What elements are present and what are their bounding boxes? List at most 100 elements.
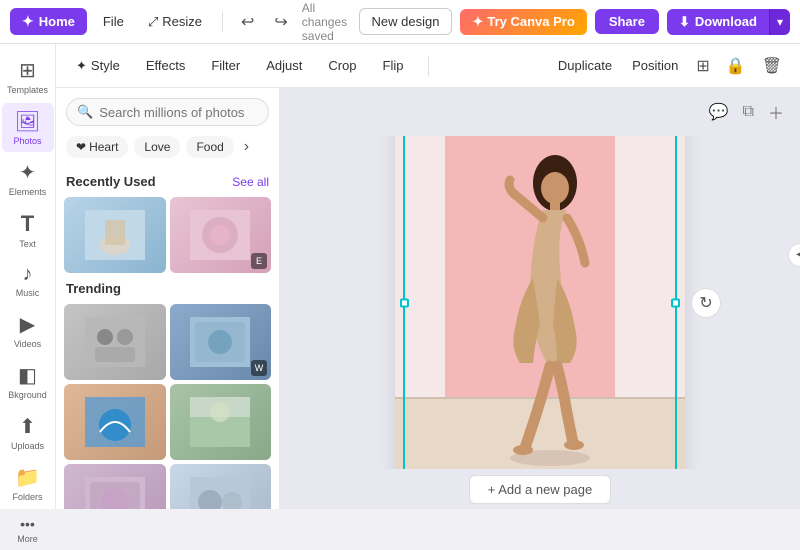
sidebar-item-background[interactable]: ◧ Bkground bbox=[2, 357, 54, 406]
photo-badge-t2: W bbox=[251, 360, 267, 376]
trending-photo-2[interactable]: W bbox=[170, 304, 272, 380]
crop-button[interactable]: Crop bbox=[322, 54, 362, 77]
folders-icon: 📁 bbox=[15, 465, 40, 490]
sidebar-item-videos[interactable]: ▶ Videos bbox=[2, 306, 54, 355]
new-design-button[interactable]: New design bbox=[359, 8, 453, 35]
copy-button[interactable]: ⧉ bbox=[739, 99, 758, 125]
videos-label: Videos bbox=[14, 339, 41, 349]
heart-chip-label: Heart bbox=[89, 140, 118, 154]
canvas-area: 💬 ⧉ ＋ bbox=[280, 88, 800, 509]
trending-photo-1-img bbox=[64, 304, 166, 380]
music-icon: ♪ bbox=[23, 263, 33, 286]
sidebar-item-elements[interactable]: ✦ Elements bbox=[2, 154, 54, 203]
add-page-button[interactable]: + Add a new page bbox=[469, 475, 611, 504]
toolbar-separator bbox=[428, 56, 429, 76]
sidebar-item-templates[interactable]: ⊞ Templates bbox=[2, 52, 54, 101]
sidebar-item-text[interactable]: T Text bbox=[2, 205, 54, 255]
more-icon: ••• bbox=[20, 516, 35, 532]
trending-photo-3[interactable] bbox=[64, 384, 166, 460]
category-more-button[interactable]: › bbox=[240, 138, 253, 156]
elements-label: Elements bbox=[9, 187, 47, 197]
resize-label: Resize bbox=[162, 14, 202, 29]
refresh-button[interactable]: ↻ bbox=[691, 288, 721, 318]
sidebar-item-more[interactable]: ••• More bbox=[2, 510, 54, 550]
trending-photo-4-img bbox=[170, 384, 272, 460]
canvas-page: ↻ ↻ bbox=[395, 136, 685, 469]
add-page-bar: + Add a new page bbox=[280, 469, 800, 509]
try-canva-label: Try Canva Pro bbox=[487, 14, 574, 29]
trending-photo-4[interactable] bbox=[170, 384, 272, 460]
style-icon: ✦ bbox=[76, 58, 87, 74]
category-food[interactable]: Food bbox=[186, 136, 233, 158]
sidebar-item-photos[interactable]: 🖼 Photos bbox=[2, 103, 54, 152]
music-label: Music bbox=[16, 288, 40, 298]
download-label: Download bbox=[695, 14, 757, 29]
share-button[interactable]: Share bbox=[595, 9, 659, 34]
file-button[interactable]: File bbox=[95, 10, 132, 33]
filter-button[interactable]: Filter bbox=[205, 54, 246, 77]
recent-photo-1[interactable] bbox=[64, 197, 166, 273]
photo-badge-2: E bbox=[251, 253, 267, 269]
recently-used-header: Recently Used See all bbox=[66, 174, 269, 189]
icon-sidebar: ⊞ Templates 🖼 Photos ✦ Elements T Text ♪… bbox=[0, 44, 56, 509]
photos-icon: 🖼 bbox=[15, 109, 40, 134]
category-bar: ❤ Heart Love Food › bbox=[56, 136, 279, 166]
download-icon: ⬇ bbox=[679, 14, 690, 30]
love-chip-label: Love bbox=[144, 140, 170, 154]
category-heart[interactable]: ❤ Heart bbox=[66, 136, 128, 158]
recently-used-title: Recently Used bbox=[66, 174, 156, 189]
home-star-icon: ✦ bbox=[22, 13, 34, 30]
adjust-button[interactable]: Adjust bbox=[260, 54, 308, 77]
trending-photo-3-img bbox=[64, 384, 166, 460]
sidebar-item-uploads[interactable]: ⬆ Uploads bbox=[2, 408, 54, 457]
photos-label: Photos bbox=[13, 136, 41, 146]
download-button[interactable]: ⬇ Download bbox=[667, 9, 769, 35]
see-all-button[interactable]: See all bbox=[232, 175, 269, 189]
trending-grid-row2 bbox=[64, 384, 271, 460]
search-bar[interactable]: 🔍 bbox=[66, 98, 269, 126]
sidebar-item-music[interactable]: ♪ Music bbox=[2, 257, 54, 304]
recent-photo-2[interactable]: E bbox=[170, 197, 272, 273]
sidebar-item-folders[interactable]: 📁 Folders bbox=[2, 459, 54, 508]
download-arrow-button[interactable]: ▾ bbox=[769, 9, 790, 35]
panel-scroll: Recently Used See all bbox=[56, 166, 279, 509]
position-button[interactable]: Position bbox=[626, 54, 684, 77]
category-love[interactable]: Love bbox=[134, 136, 180, 158]
lock-icon-button[interactable]: 🔒 bbox=[722, 52, 750, 80]
search-input[interactable] bbox=[99, 105, 258, 120]
trending-photo-6[interactable] bbox=[170, 464, 272, 509]
toolbar: ✦ Style Effects Filter Adjust Crop Flip … bbox=[56, 44, 800, 88]
templates-label: Templates bbox=[7, 85, 48, 95]
delete-icon-button[interactable]: 🗑 bbox=[758, 52, 786, 80]
add-button[interactable]: ＋ bbox=[764, 96, 788, 128]
heart-chip-icon: ❤ bbox=[76, 140, 86, 154]
canva-star-icon: ✦ bbox=[472, 14, 483, 30]
trending-photo-1[interactable] bbox=[64, 304, 166, 380]
text-label: Text bbox=[19, 239, 36, 249]
templates-icon: ⊞ bbox=[19, 58, 36, 83]
redo-button[interactable]: ↪ bbox=[268, 8, 293, 36]
food-chip-label: Food bbox=[196, 140, 223, 154]
home-button[interactable]: ✦ Home bbox=[10, 8, 87, 35]
flip-button[interactable]: Flip bbox=[377, 54, 410, 77]
trending-header: Trending bbox=[66, 281, 269, 296]
trending-grid-row3 bbox=[64, 464, 271, 509]
comment-button[interactable]: 💬 bbox=[705, 98, 733, 126]
effects-button[interactable]: Effects bbox=[140, 54, 192, 77]
search-icon: 🔍 bbox=[77, 104, 93, 120]
style-button[interactable]: ✦ Style bbox=[70, 54, 126, 78]
duplicate-button[interactable]: Duplicate bbox=[552, 54, 618, 77]
folders-label: Folders bbox=[12, 492, 42, 502]
trending-photo-5[interactable] bbox=[64, 464, 166, 509]
grid-icon-button[interactable]: ⊞ bbox=[692, 52, 713, 80]
undo-button[interactable]: ↩ bbox=[235, 8, 260, 36]
trending-title: Trending bbox=[66, 281, 121, 296]
try-canva-button[interactable]: ✦ Try Canva Pro bbox=[460, 9, 586, 35]
uploads-label: Uploads bbox=[11, 441, 44, 451]
text-icon: T bbox=[21, 211, 34, 237]
recently-used-grid: E bbox=[64, 197, 271, 273]
canvas-top-actions: 💬 ⧉ ＋ bbox=[280, 88, 800, 136]
resize-button[interactable]: ⤢ Resize bbox=[140, 10, 210, 34]
trending-grid-row1: W bbox=[64, 304, 271, 380]
main-layout: ⊞ Templates 🖼 Photos ✦ Elements T Text ♪… bbox=[0, 44, 800, 509]
